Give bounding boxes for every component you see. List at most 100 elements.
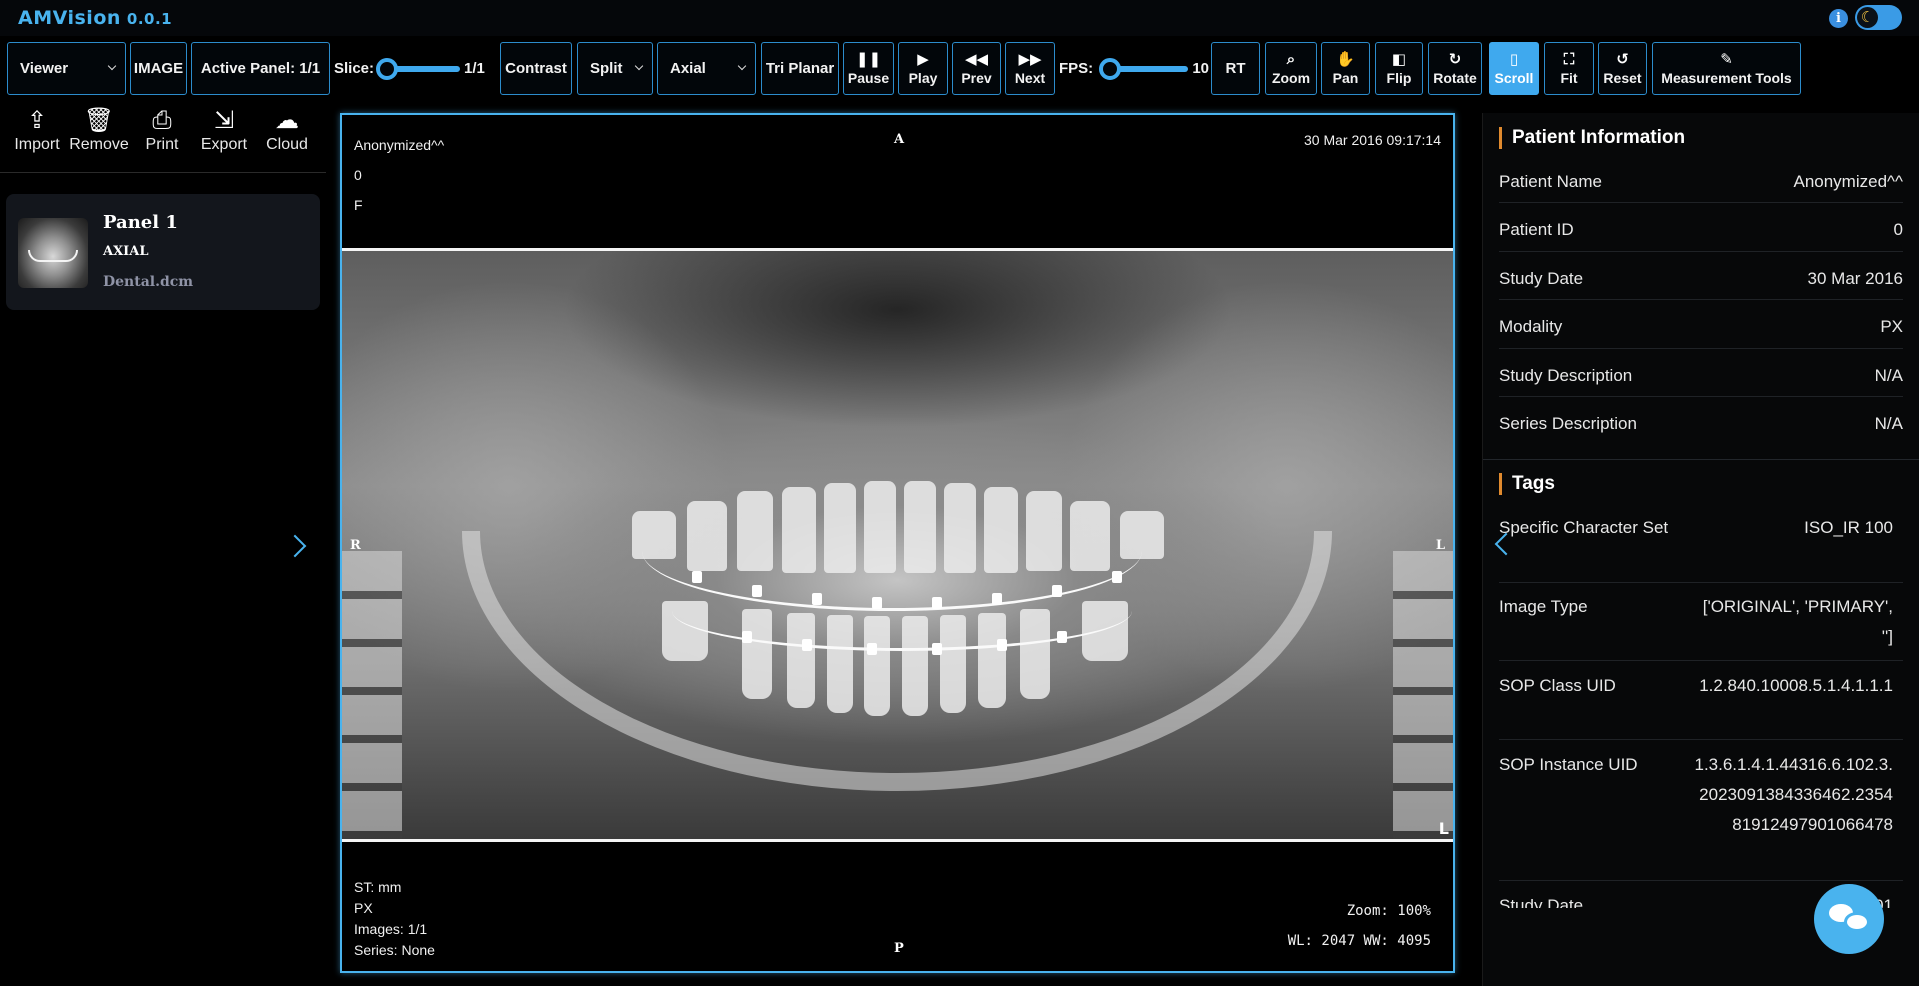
row-divider — [1499, 739, 1903, 740]
theme-toggle[interactable]: ☾ — [1855, 5, 1902, 30]
rewind-icon: ◀◀ — [964, 50, 989, 68]
panel-thumbnail — [18, 218, 88, 288]
bracket — [932, 597, 942, 609]
orientation-top: A — [894, 132, 905, 147]
tri-planar-label: Tri Planar — [765, 60, 835, 77]
row-divider — [1499, 396, 1903, 397]
info-key: Patient Name — [1499, 172, 1602, 191]
measurement-tools-button[interactable]: ✎ Measurement Tools — [1652, 42, 1801, 95]
info-value: 30 Mar 2016 — [1807, 269, 1903, 288]
pan-label: Pan — [1332, 69, 1359, 86]
trash-icon: 🗑 — [83, 107, 115, 134]
viewer-dropdown[interactable]: Viewer — [7, 42, 126, 95]
image-viewport[interactable]: Anonymized^^ 0 F 30 Mar 2016 09:17:14 A — [340, 113, 1455, 973]
fps-slider[interactable]: FPS: 10 — [1059, 42, 1209, 95]
cloud-button[interactable]: ☁ Cloud — [256, 106, 318, 154]
app-title: AMVision 0.0.1 — [18, 7, 172, 29]
measurement-tools-label: Measurement Tools — [1661, 69, 1792, 86]
moon-icon: ☾ — [1857, 7, 1878, 28]
import-button[interactable]: ⇪ Import — [6, 106, 68, 154]
fps-value: 10 — [1192, 60, 1209, 77]
flip-button[interactable]: ◧ Flip — [1375, 42, 1423, 95]
pause-button[interactable]: ❚❚ Pause — [843, 42, 894, 95]
prev-label: Prev — [961, 69, 992, 86]
right-panel: Patient Information Patient Name Anonymi… — [1482, 113, 1919, 986]
image-button[interactable]: IMAGE — [130, 42, 187, 95]
rotate-button[interactable]: ↻ Rotate — [1428, 42, 1482, 95]
pan-button[interactable]: ✋ Pan — [1321, 42, 1370, 95]
info-value: N/A — [1874, 414, 1903, 433]
chat-button[interactable] — [1814, 884, 1884, 954]
row-divider — [1499, 582, 1903, 583]
bracket — [1057, 631, 1067, 643]
play-button[interactable]: ▶ Play — [898, 42, 948, 95]
active-panel-label: Active Panel: 1/1 — [200, 60, 321, 77]
spine-left — [342, 551, 402, 839]
bracket — [742, 631, 752, 643]
row-divider — [1499, 202, 1903, 203]
hand-icon: ✋ — [1336, 50, 1355, 68]
tag-value: 1.3.6.1.4.1.44316.6.102.3.20230913843364… — [1694, 755, 1893, 834]
contrast-button[interactable]: Contrast — [500, 42, 572, 95]
xray-image — [342, 248, 1453, 842]
slice-slider[interactable]: Slice: 1/1 — [334, 42, 494, 95]
prev-button[interactable]: ◀◀ Prev — [952, 42, 1001, 95]
tag-key: Study Date — [1499, 896, 1584, 908]
reset-button[interactable]: ↺ Reset — [1598, 42, 1647, 95]
reset-icon: ↺ — [1616, 50, 1629, 68]
info-value: N/A — [1874, 366, 1903, 385]
bracket — [752, 585, 762, 597]
ruler-pencil-icon: ✎ — [1720, 50, 1733, 68]
info-icon[interactable]: i — [1829, 9, 1848, 28]
slice-track[interactable] — [376, 57, 461, 80]
overlay-datetime: 30 Mar 2016 09:17:14 — [1304, 132, 1441, 148]
chevron-down-icon — [737, 61, 747, 71]
tri-planar-button[interactable]: Tri Planar — [761, 42, 839, 95]
chevron-right-icon[interactable] — [283, 534, 307, 558]
bracket — [992, 593, 1002, 605]
slice-thumb[interactable] — [376, 57, 399, 80]
scroll-button[interactable]: ▯ Scroll — [1489, 42, 1539, 95]
axial-dropdown[interactable]: Axial — [657, 42, 756, 95]
flip-label: Flip — [1386, 69, 1412, 86]
fps-label: FPS: — [1059, 60, 1094, 77]
split-dropdown[interactable]: Split — [577, 42, 653, 95]
chevron-down-icon — [107, 61, 117, 71]
play-label: Play — [908, 69, 938, 86]
overlay-images: Images: 1/1 — [354, 921, 428, 937]
panel-card[interactable]: Panel 1 AXIAL Dental.dcm — [6, 194, 320, 310]
zoom-button[interactable]: ⌕ Zoom — [1265, 42, 1317, 95]
tags-list[interactable]: Specific Character Set ISO_IR 100 Image … — [1483, 513, 1919, 908]
tag-value: ISO_IR 100 — [1804, 518, 1893, 537]
toolbar: Viewer IMAGE Active Panel: 1/1 Slice: 1/… — [0, 36, 1919, 100]
next-button[interactable]: ▶▶ Next — [1005, 42, 1055, 95]
tag-value: ['ORIGINAL', 'PRIMARY', ''] — [1702, 597, 1893, 646]
pause-icon: ❚❚ — [855, 50, 882, 68]
fps-track[interactable] — [1099, 57, 1189, 80]
fps-thumb[interactable] — [1099, 57, 1122, 80]
mouse-icon: ▯ — [1509, 50, 1519, 68]
rt-button[interactable]: RT — [1211, 42, 1260, 95]
divider — [0, 172, 326, 173]
spine-right — [1393, 551, 1453, 839]
info-key: Modality — [1499, 317, 1563, 336]
bracket — [932, 643, 942, 655]
panel-filename: Dental.dcm — [103, 274, 194, 290]
active-panel-button[interactable]: Active Panel: 1/1 — [191, 42, 330, 95]
fit-button[interactable]: ⛶ Fit — [1544, 42, 1594, 95]
info-value: PX — [1880, 317, 1903, 336]
chevron-down-icon — [634, 61, 644, 71]
overlay-patient-id: 0 — [354, 167, 362, 183]
printer-icon: ⎙ — [152, 107, 172, 134]
split-label: Split — [590, 60, 623, 77]
tag-value: 1.2.840.10008.5.1.4.1.1.1 — [1699, 676, 1893, 695]
remove-button[interactable]: 🗑 Remove — [68, 106, 130, 154]
export-label: Export — [200, 136, 248, 153]
export-button[interactable]: ⇲ Export — [193, 106, 255, 154]
print-button[interactable]: ⎙ Print — [131, 106, 193, 154]
zoom-label: Zoom — [1271, 69, 1311, 86]
orientation-left: R — [350, 538, 361, 553]
overlay-patient-name: Anonymized^^ — [354, 137, 445, 153]
rotate-label: Rotate — [1433, 69, 1477, 86]
row-divider — [1499, 348, 1903, 349]
